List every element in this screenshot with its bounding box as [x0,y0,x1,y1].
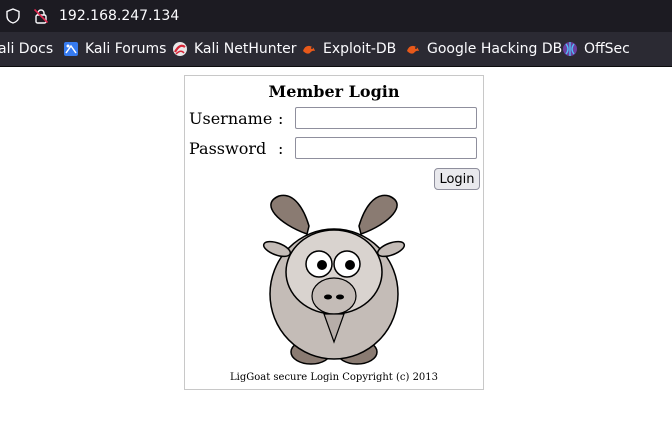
username-input[interactable] [295,107,477,129]
bookmark-label: Exploit-DB [323,41,397,57]
bookmark-offsec[interactable]: OffSec [562,32,630,66]
bookmarks-toolbar: ali Docs Kali Forums Kali NetHunter Expl… [0,32,672,67]
login-button[interactable]: Login [434,168,480,190]
copyright-text: LigGoat secure Login Copyright (c) 2013 [229,372,439,383]
bookmark-kali-forums[interactable]: Kali Forums [63,32,166,66]
bookmark-label: Kali Forums [85,41,167,57]
bookmark-kali-docs[interactable]: ali Docs [0,32,53,66]
bookmark-label: OffSec [584,41,630,57]
url-text[interactable]: 192.168.247.134 [59,0,179,32]
kali-forums-icon [63,41,79,57]
insecure-lock-icon[interactable] [32,0,50,32]
goat-image [259,194,409,370]
bookmark-label: ali Docs [0,41,54,57]
password-label: Password [189,139,267,158]
login-title: Member Login [268,82,400,101]
username-colon: : [278,109,284,128]
exploit-db-icon [301,41,317,57]
kali-nethunter-icon [172,41,188,57]
bookmark-label: Kali NetHunter [194,41,297,57]
bookmark-kali-nethunter[interactable]: Kali NetHunter [172,32,296,66]
password-colon: : [278,139,284,158]
username-label: Username [189,109,273,128]
login-form: Member Login Username : Password : Login [184,75,484,390]
offsec-icon [562,41,578,57]
shield-icon[interactable] [5,0,21,32]
password-input[interactable] [295,137,477,159]
url-bar[interactable]: 192.168.247.134 [0,0,672,32]
bookmark-exploit-db[interactable]: Exploit-DB [301,32,396,66]
google-hacking-db-icon [405,41,421,57]
bookmark-google-hacking-db[interactable]: Google Hacking DB [405,32,562,66]
bookmark-label: Google Hacking DB [427,41,563,57]
